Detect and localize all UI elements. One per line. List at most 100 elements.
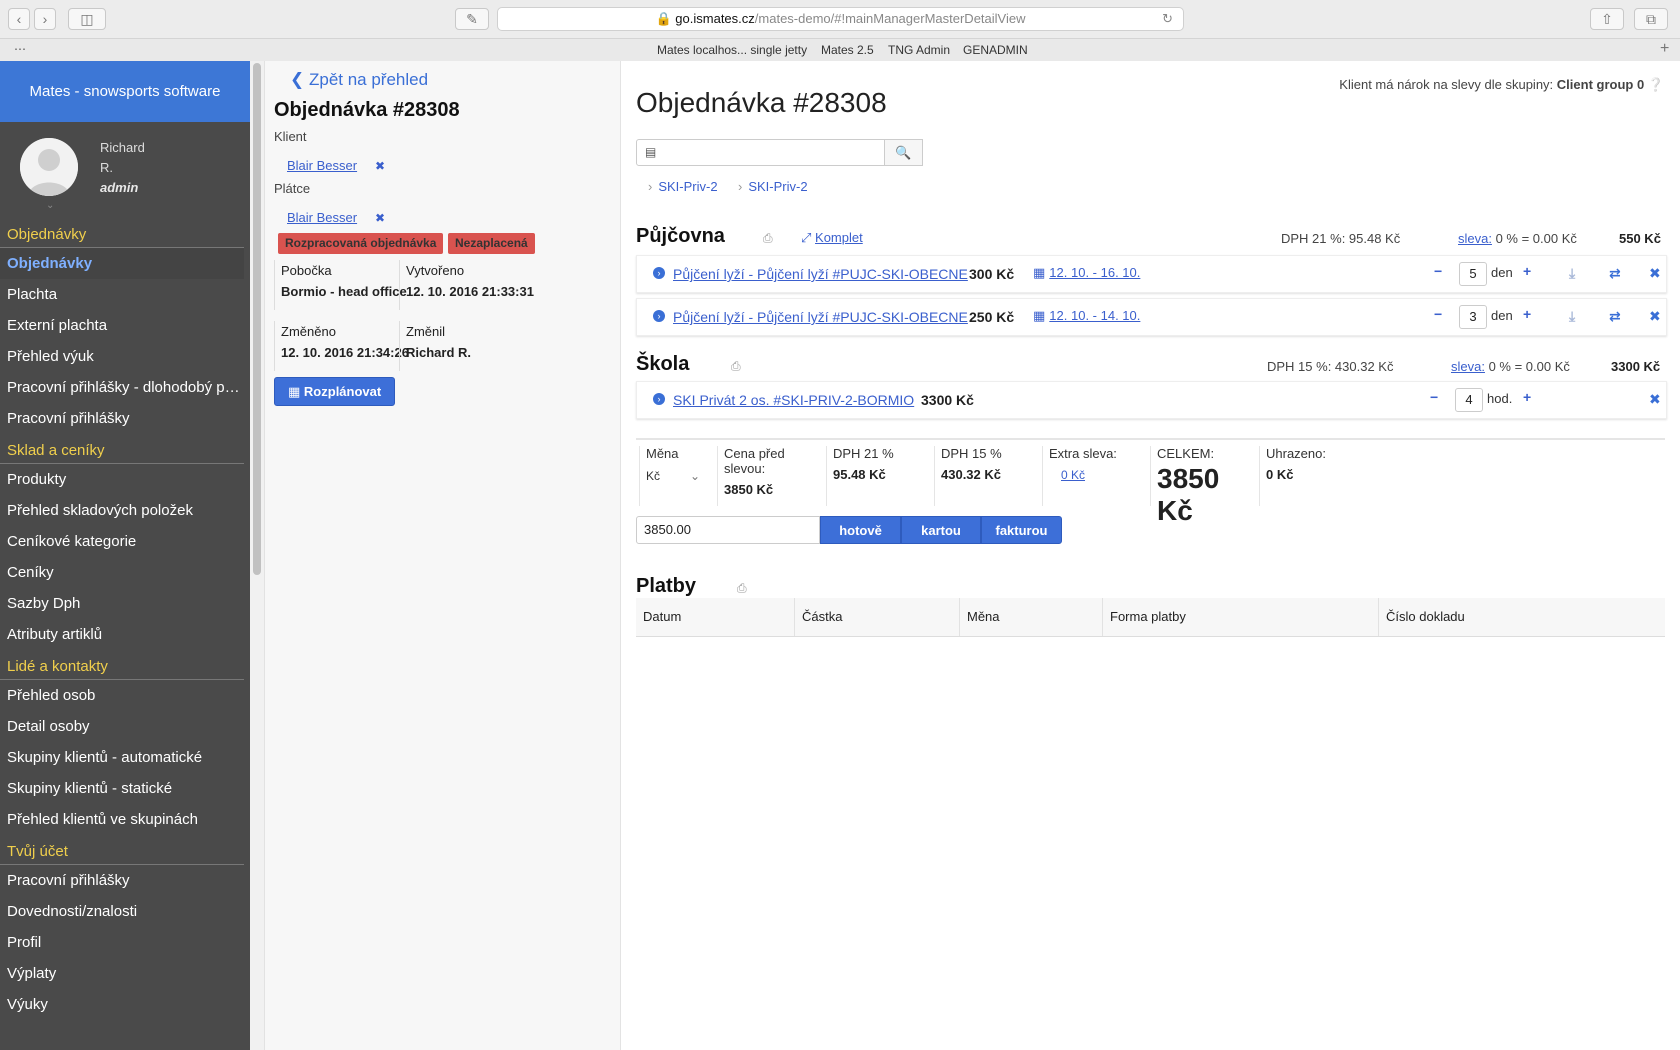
grid-icon[interactable]: ⋯ — [14, 42, 26, 56]
nav-item-plachta[interactable]: Plachta — [0, 279, 244, 310]
column-document-number[interactable]: Číslo dokladu — [1379, 598, 1665, 636]
download-icon[interactable]: ⤓ — [1569, 265, 1575, 282]
address-bar[interactable]: 🔒 go.ismates.cz/mates-demo/#!mainManager… — [497, 7, 1184, 31]
vat21-cell: DPH 21 % 95.48 Kč — [826, 446, 923, 506]
nav-item-people-overview[interactable]: Přehled osob — [0, 680, 244, 711]
nav-item-profile[interactable]: Profil — [0, 927, 244, 958]
pay-cash-button[interactable]: hotově — [820, 516, 901, 544]
print-icon[interactable]: ⎙ — [737, 581, 747, 596]
add-tab-icon[interactable]: + — [1660, 40, 1669, 58]
extra-discount-link[interactable]: 0 Kč — [1061, 468, 1085, 482]
tabs-icon[interactable]: ⧉ — [1634, 8, 1668, 30]
back-nav-button[interactable]: ‹ — [8, 8, 30, 30]
column-payment-form[interactable]: Forma platby — [1103, 598, 1379, 636]
decrease-qty-button[interactable]: − — [1430, 389, 1438, 405]
chevron-circle-right-icon[interactable]: › — [653, 267, 665, 279]
url-host: go.ismates.cz — [675, 11, 755, 26]
decrease-qty-button[interactable]: − — [1434, 306, 1442, 322]
increase-qty-button[interactable]: + — [1523, 263, 1531, 279]
nav-item-client-groups-static[interactable]: Skupiny klientů - statické — [0, 773, 244, 804]
nav-item-clients-in-groups[interactable]: Přehled klientů ve skupinách — [0, 804, 244, 835]
sidebar-scrollbar[interactable] — [250, 61, 265, 1050]
komplet-link[interactable]: ⤢ Komplet — [801, 230, 863, 246]
breadcrumb-ski-priv-1[interactable]: › SKI-Priv-2 — [648, 179, 718, 194]
school-discount-label[interactable]: sleva: — [1451, 359, 1485, 374]
order-line-dates[interactable]: ▦ 12. 10. - 14. 10. — [1033, 308, 1140, 324]
print-icon[interactable]: ⎙ — [763, 231, 773, 246]
currency-select[interactable]: Kč ⌄ — [646, 469, 714, 483]
nav-item-orders[interactable]: Objednávky — [0, 248, 244, 279]
qty-input[interactable]: 5 — [1459, 262, 1487, 286]
nav-item-person-detail[interactable]: Detail osoby — [0, 711, 244, 742]
nav-item-vat-rates[interactable]: Sazby Dph — [0, 588, 244, 619]
sidebar-toggle-icon[interactable]: ◫ — [68, 8, 106, 30]
nav-item-stock-items[interactable]: Přehled skladových položek — [0, 495, 244, 526]
back-to-overview-link[interactable]: ❮ Zpět na přehled — [290, 70, 428, 90]
print-icon[interactable]: ⎙ — [731, 359, 741, 374]
column-currency[interactable]: Měna — [960, 598, 1103, 636]
forward-nav-button[interactable]: › — [34, 8, 56, 30]
nav-item-work-applications-long[interactable]: Pracovní přihlášky - dlohodobý pře... — [0, 372, 244, 403]
chevron-circle-right-icon[interactable]: › — [653, 393, 665, 405]
rental-discount-label[interactable]: sleva: — [1458, 231, 1492, 246]
order-line-name[interactable]: SKI Privát 2 os. #SKI-PRIV-2-BORMIO — [673, 392, 914, 408]
remove-line-icon[interactable]: ✖ — [1649, 391, 1661, 408]
remove-line-icon[interactable]: ✖ — [1649, 308, 1661, 325]
bookmark-mates-25[interactable]: Mates 2.5 — [821, 43, 874, 57]
nav-item-lessons[interactable]: Výuky — [0, 989, 244, 1020]
qty-input[interactable]: 3 — [1459, 305, 1487, 329]
order-line-name[interactable]: Půjčení lyží - Půjčení lyží #PUJC-SKI-OB… — [673, 309, 968, 325]
user-first-name: Richard — [100, 140, 145, 155]
rental-discount[interactable]: sleva: 0 % = 0.00 Kč — [1458, 231, 1577, 246]
order-line-name[interactable]: Půjčení lyží - Půjčení lyží #PUJC-SKI-OB… — [673, 266, 968, 282]
qty-input[interactable]: 4 — [1455, 388, 1483, 412]
chevron-circle-right-icon[interactable]: › — [653, 310, 665, 322]
bookmark-genadmin[interactable]: GENADMIN — [963, 43, 1028, 57]
increase-qty-button[interactable]: + — [1523, 306, 1531, 322]
nav-item-skills[interactable]: Dovednosti/znalosti — [0, 896, 244, 927]
order-line-dates[interactable]: ▦ 12. 10. - 16. 10. — [1033, 265, 1140, 281]
remove-client-icon[interactable]: ✖ — [375, 159, 385, 173]
nav-item-work-applications[interactable]: Pracovní přihlášky — [0, 403, 244, 434]
nav-item-my-work-applications[interactable]: Pracovní přihlášky — [0, 865, 244, 896]
payment-amount-input[interactable]: 3850.00 — [636, 516, 820, 544]
nav-item-price-categories[interactable]: Ceníkové kategorie — [0, 526, 244, 557]
help-icon[interactable]: ❔ — [1648, 77, 1664, 92]
nav-item-products[interactable]: Produkty — [0, 464, 244, 495]
download-icon[interactable]: ⤓ — [1569, 308, 1575, 325]
pay-invoice-button[interactable]: fakturou — [981, 516, 1062, 544]
remove-line-icon[interactable]: ✖ — [1649, 265, 1661, 282]
brand-title[interactable]: Mates - snowsports software — [0, 61, 250, 122]
bookmark-tng-admin[interactable]: TNG Admin — [888, 43, 950, 57]
column-date[interactable]: Datum — [636, 598, 795, 636]
payer-link[interactable]: Blair Besser — [287, 210, 357, 225]
compose-icon[interactable]: ✎ — [455, 8, 489, 30]
shuffle-icon[interactable]: ⇄ — [1609, 308, 1621, 325]
nav-section-people: Lidé a kontakty — [0, 650, 244, 680]
scrollbar-thumb[interactable] — [253, 63, 261, 575]
remove-payer-icon[interactable]: ✖ — [375, 211, 385, 225]
chevron-down-icon[interactable]: ⌄ — [46, 200, 54, 211]
paid-label: Uhrazeno: — [1266, 446, 1326, 461]
decrease-qty-button[interactable]: − — [1434, 263, 1442, 279]
shuffle-icon[interactable]: ⇄ — [1609, 265, 1621, 282]
bookmark-mates-localhost[interactable]: Mates localhos... single jetty — [657, 43, 807, 57]
search-button[interactable]: 🔍 — [884, 139, 923, 166]
breadcrumb-ski-priv-2[interactable]: › SKI-Priv-2 — [738, 179, 808, 194]
nav-item-article-attributes[interactable]: Atributy artiklů — [0, 619, 244, 650]
nav-item-client-groups-auto[interactable]: Skupiny klientů - automatické — [0, 742, 244, 773]
nav-item-external-plachta[interactable]: Externí plachta — [0, 310, 244, 341]
product-search-input[interactable]: ▤ — [636, 139, 923, 166]
nav-item-lessons-overview[interactable]: Přehled výuk — [0, 341, 244, 372]
column-amount[interactable]: Částka — [795, 598, 960, 636]
avatar[interactable] — [20, 138, 78, 196]
school-discount[interactable]: sleva: 0 % = 0.00 Kč — [1451, 359, 1570, 374]
increase-qty-button[interactable]: + — [1523, 389, 1531, 405]
share-icon[interactable]: ⇧ — [1590, 8, 1624, 30]
nav-item-price-lists[interactable]: Ceníky — [0, 557, 244, 588]
pay-card-button[interactable]: kartou — [901, 516, 981, 544]
schedule-button[interactable]: ▦ Rozplánovat — [274, 377, 396, 406]
reload-icon[interactable]: ↻ — [1162, 8, 1173, 30]
client-link[interactable]: Blair Besser — [287, 158, 357, 173]
nav-item-payouts[interactable]: Výplaty — [0, 958, 244, 989]
